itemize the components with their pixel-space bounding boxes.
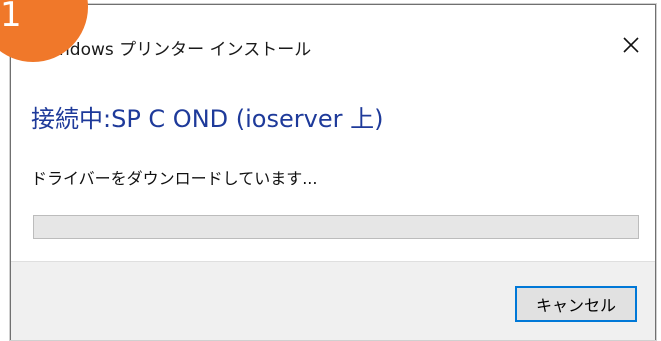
connection-heading: 接続中:SP C OND (ioserver 上) <box>31 105 384 133</box>
status-text: ドライバーをダウンロードしています... <box>31 169 318 188</box>
window-title: ndows プリンター インストール <box>59 40 312 60</box>
cancel-button[interactable]: キャンセル <box>515 286 637 322</box>
dialog-content: 接続中:SP C OND (ioserver 上) ドライバーをダウンロードして… <box>11 75 655 261</box>
dialog-footer: キャンセル <box>11 261 655 340</box>
printer-install-dialog: ndows プリンター インストール 接続中:SP C OND (ioserve… <box>10 4 656 340</box>
step-badge-number: 1 <box>0 0 22 30</box>
close-button[interactable] <box>613 27 649 63</box>
title-bar[interactable]: ndows プリンター インストール <box>11 5 655 75</box>
close-icon <box>623 37 639 53</box>
progress-bar <box>33 215 639 239</box>
